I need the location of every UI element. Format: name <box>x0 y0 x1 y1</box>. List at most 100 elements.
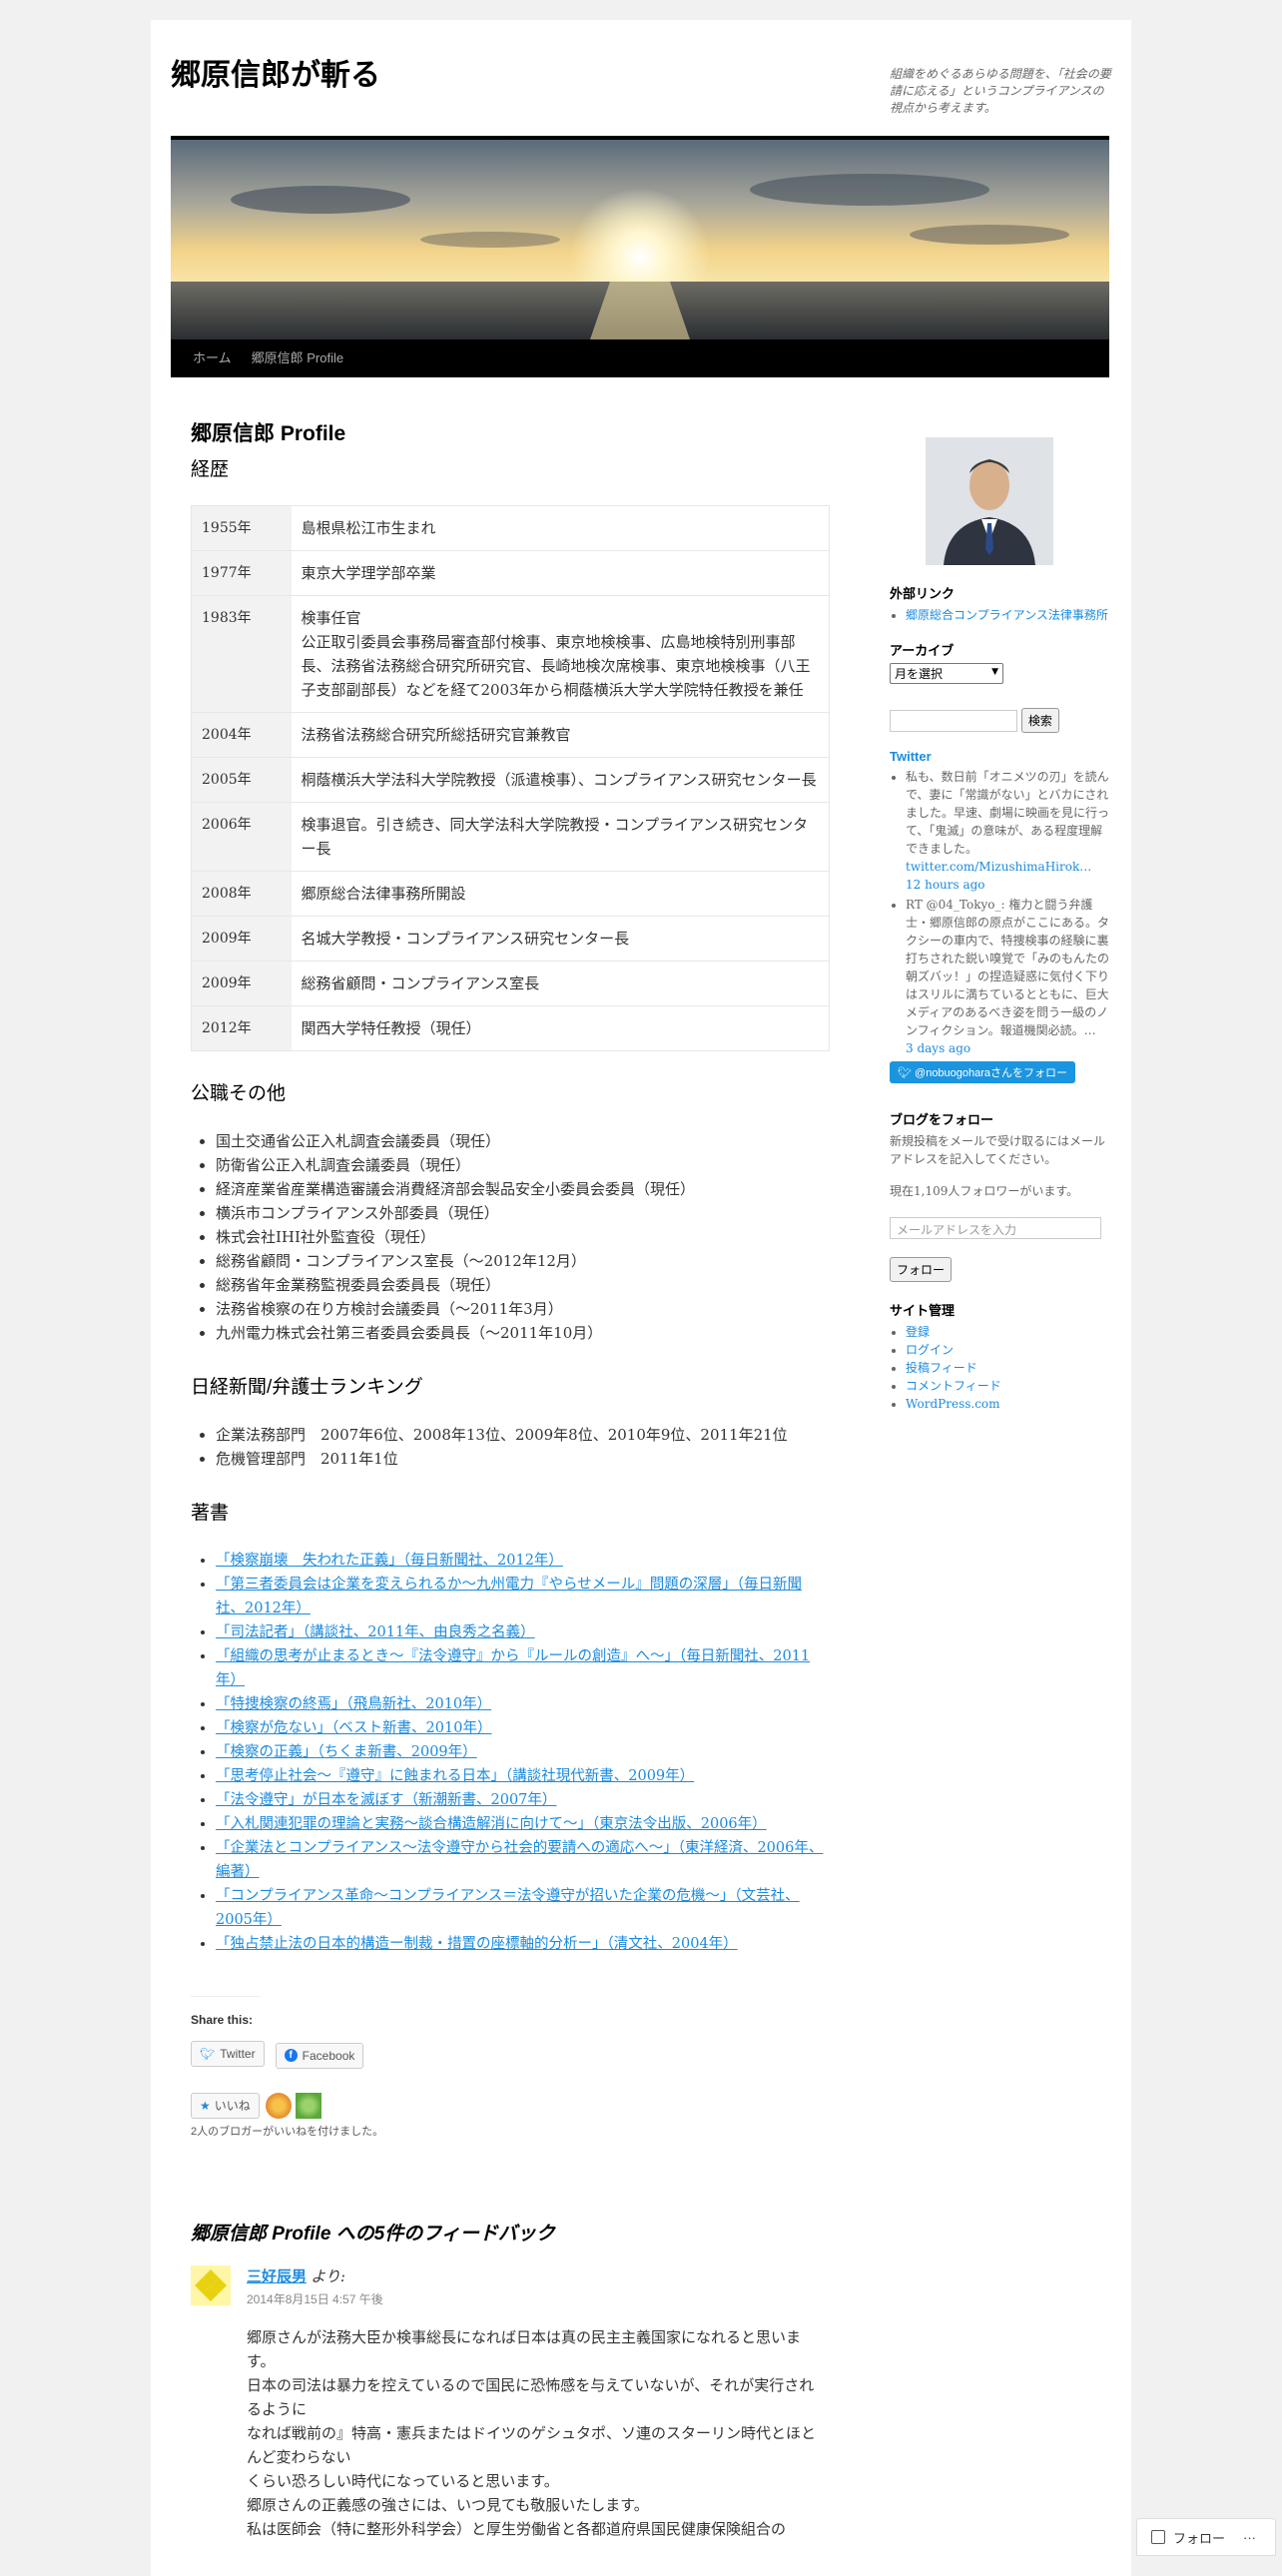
book-link[interactable]: 「第三者委員会は企業を変えられるか〜九州電力『やらせメール』問題の深層」（毎日新… <box>216 1577 802 1616</box>
public-item: 九州電力株式会社第三者委員会委員長（〜2011年10月） <box>216 1321 830 1345</box>
career-text: 名城大学教授・コンプライアンス研究センター長 <box>291 916 830 962</box>
sidebar: 外部リンク 郷原総合コンプライアンス法律事務所 アーカイブ 月を選択 ▼ 検索 … <box>890 419 1111 1429</box>
book-item: 「司法記者」（講談社、2011年、由良秀之名義） <box>216 1620 830 1644</box>
book-link[interactable]: 「コンプライアンス革命〜コンプライアンス＝法令遵守が招いた企業の危機〜」（文芸社… <box>216 1888 800 1928</box>
archive-select[interactable]: 月を選択 ▼ <box>890 663 1003 684</box>
share-title: Share this: <box>191 2013 254 2027</box>
career-year: 2005年 <box>191 757 292 803</box>
comment-says: より: <box>311 2266 345 2285</box>
liker-avatar[interactable] <box>295 2092 321 2119</box>
comment-author-link[interactable]: 三好辰男 <box>247 2268 307 2285</box>
book-link[interactable]: 「特捜検察の終焉」（飛鳥新社、2010年） <box>216 1696 491 1712</box>
tweet-text: 私も、数日前「オニメツの刃」を読んで、妻に「常識がない」とバカにされました。早速… <box>906 770 1110 856</box>
page-title: 郷原信郎 Profile <box>191 422 346 445</box>
sunset-header-graphic <box>171 140 1109 339</box>
tweet-time[interactable]: 12 hours ago <box>906 878 985 892</box>
site-description: 組織をめぐるあらゆる問題を、「社会の要請に応える」というコンプライアンスの視点か… <box>890 67 1111 115</box>
floating-follow-button[interactable]: フォロー ··· <box>1136 2518 1276 2556</box>
external-link[interactable]: 郷原総合コンプライアンス法律事務所 <box>906 608 1108 622</box>
career-row: 2004年 法務省法務総合研究所総括研究官兼教官 <box>191 712 830 758</box>
public-list: 国土交通省公正入札調査会議委員（現任）防衛省公正入札調査会議委員（現任）経済産業… <box>191 1129 830 1345</box>
nav-home[interactable]: ホーム <box>183 339 242 377</box>
book-link[interactable]: 「思考停止社会〜『遵守』に蝕まれる日本」（講談社現代新書、2009年） <box>216 1768 694 1784</box>
comments-title: 郷原信郎 Profile への5件のフィードバック <box>191 2223 555 2245</box>
book-item: 「組織の思考が止まるとき〜『法令遵守』から『ルールの創造』へ〜」（毎日新聞社、2… <box>216 1644 830 1692</box>
public-item: 国土交通省公正入札調査会議委員（現任） <box>216 1129 830 1153</box>
book-link[interactable]: 「入札関連犯罪の理論と実務〜談合構造解消に向けて〜」（東京法令出版、2006年） <box>216 1816 767 1832</box>
like-button[interactable]: ★ いいね <box>191 2092 260 2119</box>
career-row: 1977年 東京大学理学部卒業 <box>191 550 830 596</box>
main-content: 郷原信郎 Profile 経歴 1955年 島根県松江市生まれ 1977年 東京大学理… <box>191 419 830 2541</box>
comment-line: なれば戦前の』特高・憲兵またはドイツのゲシュタポ、ソ連のスターリン時代とほとんど… <box>247 2423 817 2466</box>
tweet-text: RT @04_Tokyo_: 権力と闘う弁護士・郷原信郎の原点がここにある。タク… <box>906 898 1110 1037</box>
share-twitter-button[interactable]: 🐦︎ Twitter <box>191 2041 265 2067</box>
comment-line: 郷原さんが法務大臣か検事総長になれば日本は真の民主主義国家になれると思います。 <box>247 2327 802 2370</box>
floating-follow-label: フォロー <box>1173 2530 1226 2546</box>
blog-follow-text: 新規投稿をメールで受け取るにはメールアドレスを記入してください。 <box>890 1134 1106 1166</box>
ranking-heading: 日経新聞/弁護士ランキング <box>191 1377 423 1398</box>
page-wrapper: 郷原信郎が斬る 組織をめぐるあらゆる問題を、「社会の要請に応える」というコンプラ… <box>151 20 1131 2576</box>
career-row: 1955年 島根県松江市生まれ <box>191 505 830 551</box>
book-item: 「思考停止社会〜『遵守』に蝕まれる日本」（講談社現代新書、2009年） <box>216 1764 830 1788</box>
meta-link-login[interactable]: ログイン <box>906 1343 954 1357</box>
header-image <box>171 136 1109 339</box>
likers-text: 2人のブロガーがいいねを付けました。 <box>191 2125 384 2138</box>
share-facebook-button[interactable]: f Facebook <box>275 2042 364 2069</box>
book-link[interactable]: 「検察崩壊 失われた正義」（毎日新聞社、2012年） <box>216 1553 563 1569</box>
book-item: 「法令遵守」が日本を滅ぼす（新潮新書、2007年） <box>216 1788 830 1812</box>
career-row: 2008年 郷原総合法律事務所開設 <box>191 871 830 917</box>
star-icon: ★ <box>200 2098 211 2113</box>
comment-date[interactable]: 2014年8月15日 4:57 午後 <box>247 2290 383 2307</box>
email-field[interactable]: メールアドレスを入力 <box>890 1217 1101 1239</box>
comment-avatar <box>191 2264 231 2305</box>
ranking-item: 危機管理部門 2011年1位 <box>216 1447 830 1471</box>
book-link[interactable]: 「独占禁止法の日本的構造ー制裁・措置の座標軸的分析ー」（清文社、2004年） <box>216 1936 738 1952</box>
career-row: 2012年 関西大学特任教授（現任） <box>191 1005 830 1051</box>
book-link[interactable]: 「司法記者」（講談社、2011年、由良秀之名義） <box>216 1624 535 1640</box>
career-year: 1977年 <box>191 550 292 596</box>
meta-link-comments-feed[interactable]: コメントフィード <box>906 1379 1001 1393</box>
follow-button[interactable]: フォロー <box>890 1257 953 1282</box>
career-row: 2005年 桐蔭横浜大学法科大学院教授（派遣検事）、コンプライアンス研究センター長 <box>191 757 830 803</box>
meta-link-wordpress[interactable]: WordPress.com <box>906 1397 1000 1411</box>
more-icon: ··· <box>1243 2529 1257 2545</box>
search-button[interactable]: 検索 <box>1020 708 1059 733</box>
search-input[interactable] <box>890 709 1017 732</box>
book-item: 「検察の正義」（ちくま新書、2009年） <box>216 1740 830 1764</box>
career-text: 検事任官 公正取引委員会事務局審査部付検事、東京地検検事、広島地検特別刑事部長、… <box>291 595 830 713</box>
career-text: 東京大学理学部卒業 <box>291 550 830 596</box>
book-link[interactable]: 「法令遵守」が日本を滅ぼす（新潮新書、2007年） <box>216 1792 556 1808</box>
followers-text: 現在1,109人フォロワーがいます。 <box>890 1184 1079 1198</box>
book-link[interactable]: 「検察の正義」（ちくま新書、2009年） <box>216 1744 477 1760</box>
meta-link-posts-feed[interactable]: 投稿フィード <box>906 1361 977 1375</box>
twitter-follow-button[interactable]: 🐦︎ @nobuogoharaさんをフォロー <box>890 1061 1076 1083</box>
wordpress-icon <box>1151 2530 1165 2544</box>
main-nav: ホーム 郷原信郎 Profile <box>171 339 1109 377</box>
book-item: 「企業法とコンプライアンス〜法令遵守から社会的要請への適応へ〜」（東洋経済、20… <box>216 1836 830 1884</box>
career-year: 2006年 <box>191 802 292 872</box>
identicon-icon <box>191 2264 231 2305</box>
share-facebook-label: Facebook <box>302 2048 355 2063</box>
career-text: 検事退官。引き続き、同大学法科大学院教授・コンプライアンス研究センター長 <box>291 802 830 872</box>
public-item: 株式会社IHI社外監査役（現任） <box>216 1225 830 1249</box>
tweet-time[interactable]: 3 days ago <box>906 1041 970 1055</box>
book-item: 「入札関連犯罪の理論と実務〜談合構造解消に向けて〜」（東京法令出版、2006年） <box>216 1812 830 1836</box>
career-year: 1983年 <box>191 595 292 713</box>
career-row: 1983年 検事任官 公正取引委員会事務局審査部付検事、東京地検検事、広島地検特別… <box>191 595 830 713</box>
book-link[interactable]: 「検察が危ない」（ベスト新書、2010年） <box>216 1720 491 1736</box>
meta-link-register[interactable]: 登録 <box>906 1325 930 1339</box>
twitter-follow-label: @nobuogoharaさんをフォロー <box>915 1067 1068 1079</box>
liker-avatar[interactable] <box>265 2092 292 2119</box>
site-title[interactable]: 郷原信郎が斬る <box>171 50 380 94</box>
twitter-widget-title[interactable]: Twitter <box>890 749 932 764</box>
book-link[interactable]: 「組織の思考が止まるとき〜『法令遵守』から『ルールの創造』へ〜」（毎日新聞社、2… <box>216 1648 810 1688</box>
comment: 三好辰男 より: 2014年8月15日 4:57 午後 郷原さんが法務大臣か検事… <box>191 2264 830 2541</box>
tweet-link[interactable]: twitter.com/MizushimaHirok… <box>906 858 1111 876</box>
public-item: 総務省顧問・コンプライアンス室長（〜2012年12月） <box>216 1249 830 1273</box>
comment-line: 日本の司法は暴力を控えているので国民に恐怖感を与えていないが、それが実行されるよ… <box>247 2375 815 2418</box>
book-link[interactable]: 「企業法とコンプライアンス〜法令遵守から社会的要請への適応へ〜」（東洋経済、20… <box>216 1840 823 1880</box>
career-year: 2009年 <box>191 916 292 962</box>
public-item: 経済産業省産業構造審議会消費経済部会製品安全小委員会委員（現任） <box>216 1177 830 1201</box>
career-text: 関西大学特任教授（現任） <box>291 1005 830 1051</box>
nav-profile[interactable]: 郷原信郎 Profile <box>242 339 353 377</box>
